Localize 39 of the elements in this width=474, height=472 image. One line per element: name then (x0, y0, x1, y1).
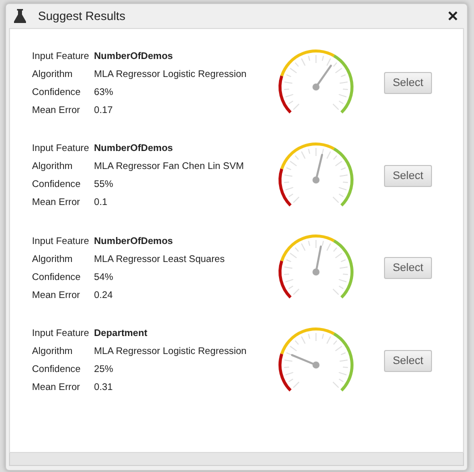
field-value: 0.24 (94, 290, 114, 301)
field-label: Input Feature (32, 328, 90, 340)
field-label: Algorithm (32, 346, 74, 358)
field-value: 0.31 (94, 382, 114, 394)
field-label: Confidence (32, 179, 82, 190)
field-label: Mean Error (32, 197, 81, 208)
window-title: Suggest Results (38, 9, 126, 23)
field-value: NumberOfDemos (94, 236, 174, 247)
field-value: MLA Regressor Least Squares (94, 254, 226, 265)
field-label: Confidence (32, 272, 82, 283)
flask-icon (14, 9, 26, 23)
field-label: Confidence (32, 86, 82, 98)
field-label: Input Feature (32, 143, 90, 154)
field-label: Confidence (32, 364, 82, 376)
field-label: Input Feature (32, 236, 90, 247)
select-button[interactable]: Select (384, 257, 432, 280)
field-value: Department (94, 328, 148, 340)
field-label: Mean Error (32, 382, 81, 394)
select-button[interactable]: Select (384, 164, 432, 187)
field-value: 0.17 (94, 104, 114, 116)
field-label: Algorithm (32, 68, 74, 80)
field-label: Mean Error (32, 290, 81, 301)
field-value: MLA Regressor Fan Chen Lin SVM (94, 161, 245, 172)
field-value: NumberOfDemos (94, 50, 174, 62)
close-button[interactable]: ✕ (447, 8, 459, 24)
field-value: MLA Regressor Logistic Regression (94, 68, 248, 80)
field-label: Algorithm (32, 254, 74, 265)
field-label: Input Feature (32, 50, 90, 62)
field-label: Mean Error (32, 104, 81, 116)
field-value: 0.1 (94, 197, 108, 208)
select-button[interactable]: Select (384, 350, 432, 372)
field-value: MLA Regressor Logistic Regression (94, 346, 248, 358)
field-label: Algorithm (32, 161, 74, 172)
select-button[interactable]: Select (384, 72, 432, 94)
field-value: 63% (94, 86, 114, 98)
field-value: 54% (94, 272, 114, 283)
field-value: 55% (94, 179, 114, 190)
field-value: NumberOfDemos (94, 143, 174, 154)
field-value: 25% (94, 364, 114, 376)
